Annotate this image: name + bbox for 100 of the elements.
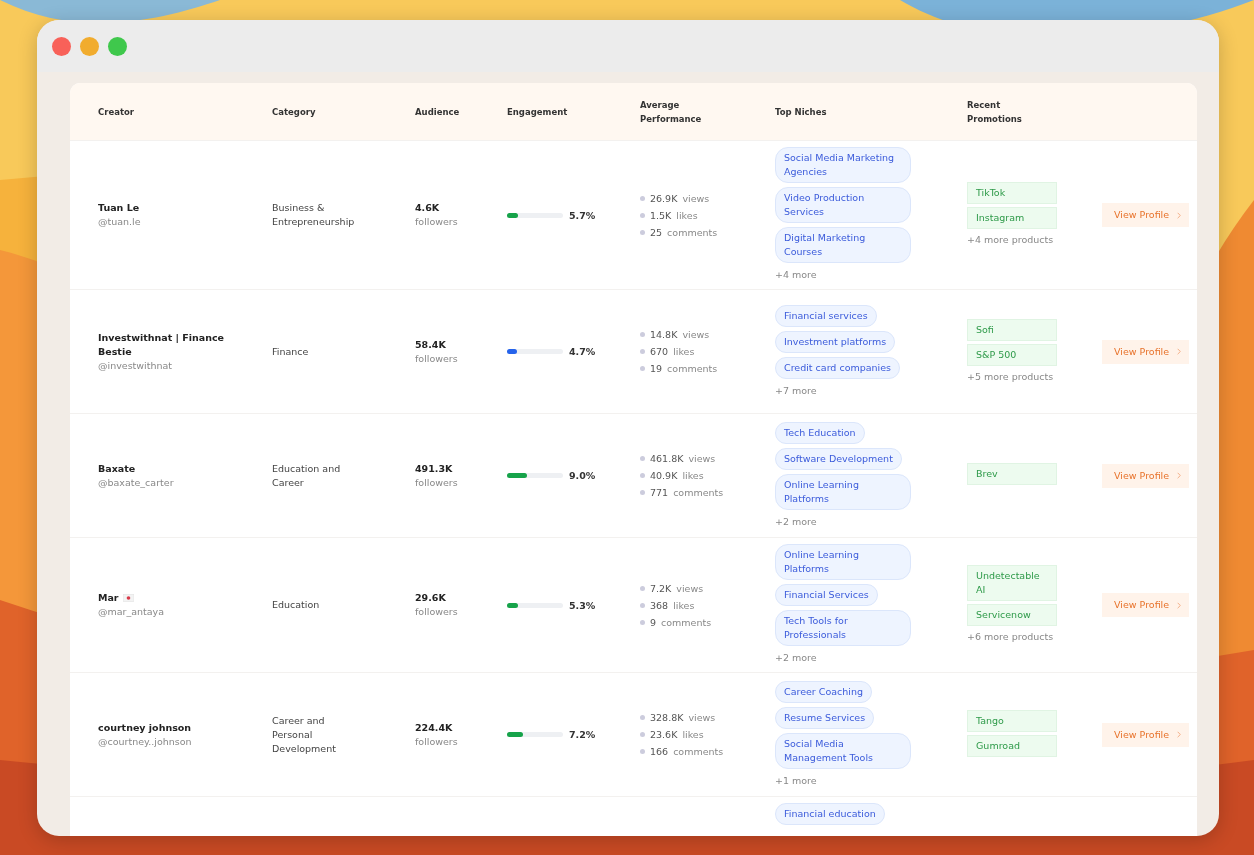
engagement-rate: 4.7% [569,346,596,357]
category-text: Business & Entrepreneurship [272,201,356,229]
bullet-icon [640,456,645,461]
audience-label: followers [415,351,458,366]
niche-tag: Financial education [775,803,885,825]
bullet-icon [640,585,645,591]
column-header: Audience [415,105,461,119]
bullet-icon [640,732,645,737]
column-header: Creator [98,105,136,119]
promotion-tag: Undetectable AI [967,565,1057,601]
promotion-tag: Gumroad [967,734,1057,757]
stat-value: 771 [650,486,669,500]
stat-value: 9 [650,615,657,630]
more-products-text: +4 more products [967,233,1054,247]
stat-label: comments [673,745,724,759]
niche-tag: Credit card companies [775,356,901,379]
chevron-icon [1177,348,1182,355]
engagement-rate: 9.0% [569,470,596,481]
stat-value: 19 [650,362,663,376]
niche-tag: Resume Services [775,706,875,729]
stat-value: 40.9K [650,469,678,483]
maximize-button[interactable] [108,36,127,56]
audience-label: followers [415,734,458,749]
more-niches-link[interactable]: +2 more [775,650,817,666]
view-profile-button[interactable]: View Profile [1102,593,1190,617]
promotion-tag: TikTok [967,182,1057,204]
niche-tag: Digital Marketing Courses [775,227,911,263]
bullet-icon [640,212,645,218]
promotion-tag: Sofi [967,318,1057,341]
promotion-tag: Tango [967,709,1057,732]
audience-label: followers [415,215,458,229]
chevron-icon [1177,472,1182,479]
stat-value: 1.5K [650,208,672,223]
bullet-icon [640,229,645,235]
column-header: Recent Promotions [967,98,1023,126]
niche-tag: Career Coaching [775,680,872,703]
stat-value: 461.8K [650,452,684,466]
more-products-text: +6 more products [967,630,1054,644]
promotion-tag: Brev [967,463,1057,485]
view-profile-button[interactable]: View Profile [1102,463,1190,488]
bullet-icon [640,473,645,478]
category-text: Career and Personal Development [272,713,337,756]
column-header: Average Performance [640,98,703,126]
niche-tag: Social Media Marketing Agencies [775,147,911,183]
view-profile-button[interactable]: View Profile [1102,339,1190,364]
creator-handle: @baxate_carter [98,475,174,490]
category-text: Finance [272,344,309,359]
column-header: Top Niches [775,105,828,119]
stat-label: views [688,452,716,466]
stat-value: 166 [650,745,669,759]
column-header: Engagement [507,105,569,119]
engagement-rate: 5.7% [569,209,596,221]
creator-handle: @courtney..johnson [98,734,192,749]
engagement-rate: 5.3% [569,599,596,611]
stat-value: 368 [650,598,669,613]
niche-tag: Tech Tools for Professionals [775,610,911,646]
stat-label: comments [661,615,712,630]
stat-value: 25 [650,225,663,240]
creator-handle: @mar_antaya [98,605,165,619]
creator-name: courtney johnson [98,720,192,735]
more-niches-link[interactable]: +7 more [775,382,817,399]
stat-label: likes [673,598,695,613]
audience-count: 4.6K [415,201,440,215]
niche-tag: Tech Education [775,421,865,444]
niche-tag: Online Learning Platforms [775,544,911,580]
creator-name: Investwithnat | Finance Bestie [98,330,226,359]
more-niches-link[interactable]: +4 more [775,267,817,283]
niche-tag: Investment platforms [775,330,896,353]
niche-tag: Software Development [775,447,902,470]
bullet-icon [640,349,645,354]
niche-tag: Social Media Management Tools [775,732,911,769]
creator-handle: @tuan.le [98,215,141,229]
stat-label: comments [667,362,718,376]
audience-label: followers [415,475,458,490]
stat-label: comments [667,225,718,240]
chevron-icon [1177,211,1182,219]
stat-label: comments [673,486,724,500]
stat-value: 670 [650,345,669,359]
minimize-button[interactable] [80,36,99,56]
bullet-icon [640,602,645,608]
bullet-icon [640,195,645,201]
more-niches-link[interactable]: +2 more [775,513,817,530]
category-text: Education and Career [272,461,342,490]
category-text: Education [272,598,320,612]
creator-name: Baxate [98,461,136,476]
more-niches-link[interactable]: +1 more [775,772,817,789]
creator-name: Tuan Le [98,201,140,215]
view-profile-button[interactable]: View Profile [1102,203,1190,227]
niche-tag: Online Learning Platforms [775,473,911,510]
bullet-icon [640,332,645,337]
creator-handle: @investwithnat [98,358,173,373]
stat-label: likes [682,728,704,742]
view-profile-button[interactable]: View Profile [1102,722,1190,747]
promotion-tag: Instagram [967,207,1057,229]
stat-label: likes [682,469,704,483]
niche-tag: Video Production Services [775,187,911,223]
close-button[interactable] [52,36,71,56]
stat-label: views [682,328,710,342]
more-products-text: +5 more products [967,369,1054,384]
audience-count: 29.6K [415,591,446,605]
